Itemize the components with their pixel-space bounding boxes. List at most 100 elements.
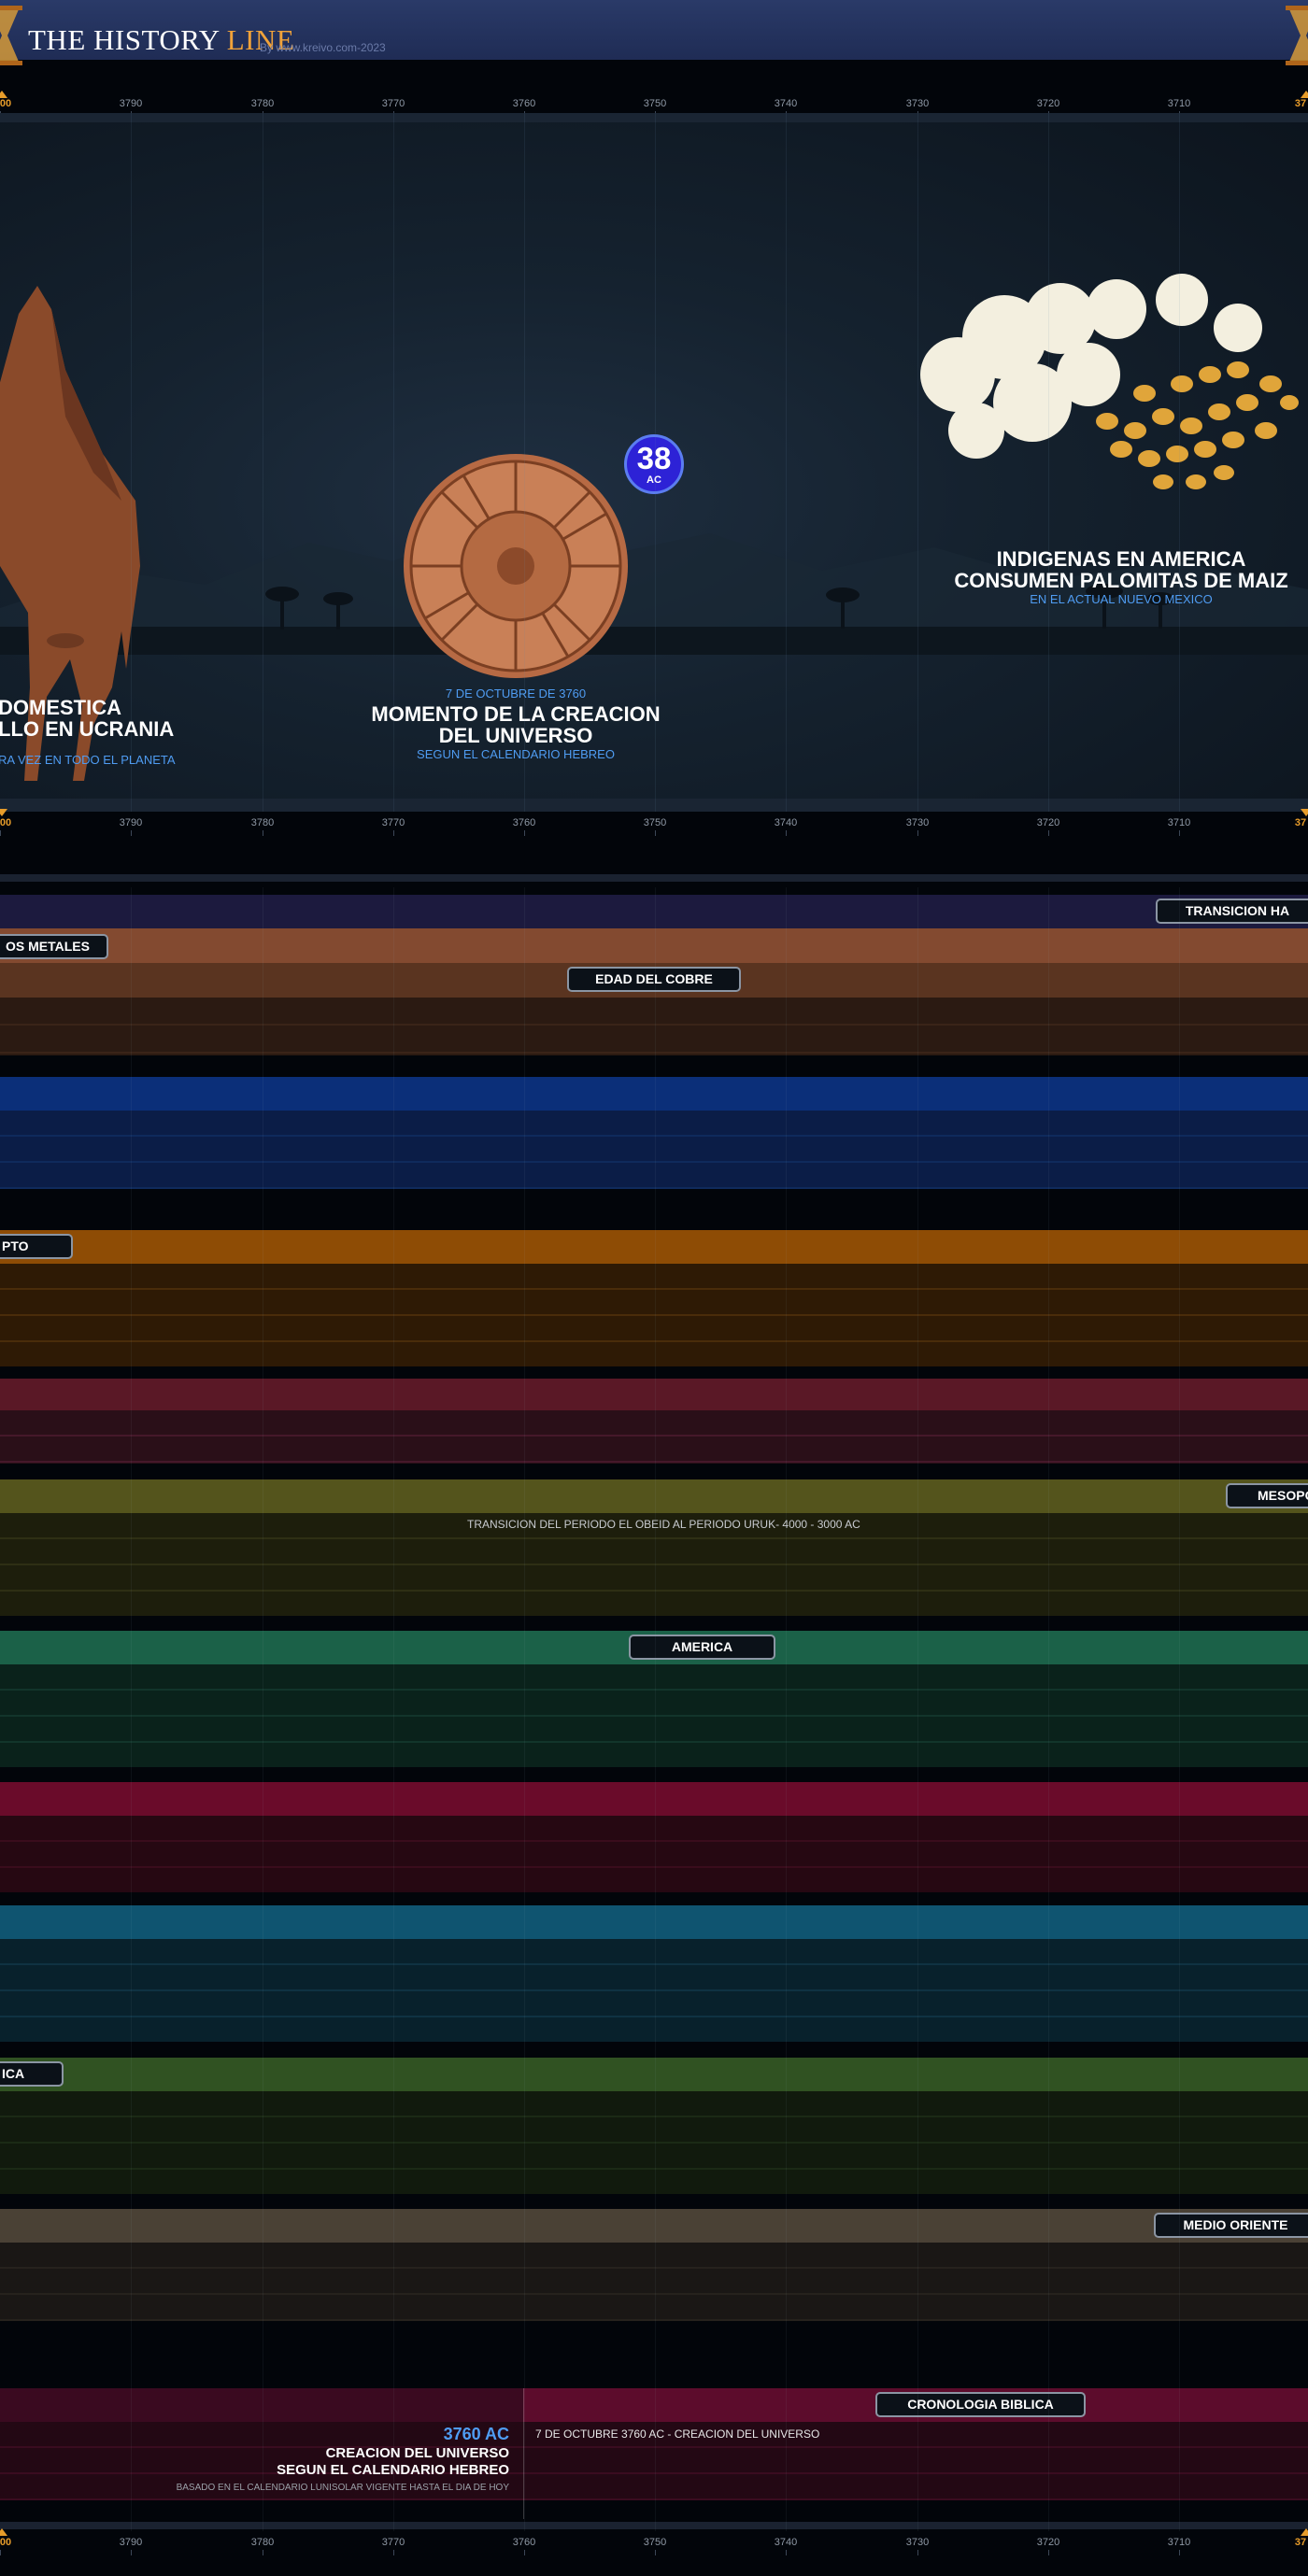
badge-era: AC xyxy=(647,474,661,486)
row-africa-norte xyxy=(0,1782,1308,1816)
row-asia xyxy=(0,1379,1308,1410)
brand-logo[interactable]: THE HISTORY LINE xyxy=(28,23,294,57)
ruler-tick-mark xyxy=(393,830,394,836)
creation-event-title[interactable]: MOMENTO DE LA CREACION DEL UNIVERSO xyxy=(329,703,703,746)
row-europa xyxy=(0,1077,1308,1111)
horse-title-line1: DOMESTICA xyxy=(0,696,121,719)
horse-event-subtitle: RA VEZ EN TODO EL PLANETA xyxy=(0,753,176,767)
bottom-year-ruler: 00 3790 3780 3770 3760 3750 3740 3730 3720 3710 37 xyxy=(0,2535,1308,2555)
ruler-tick-edge-right: 37 xyxy=(1294,98,1307,109)
ruler-tick-mark xyxy=(917,2550,918,2555)
ruler-tick-edge-right: 37 xyxy=(1294,817,1307,828)
ruler-tick-mark xyxy=(524,2550,525,2555)
ruler-tick-mark xyxy=(655,2550,656,2555)
ruler-tick-mark xyxy=(1179,830,1180,836)
ruler-right-arrow-icon[interactable] xyxy=(1301,91,1308,98)
grid-line xyxy=(131,113,132,812)
top-year-ruler: 00 3790 3780 3770 3760 3750 3740 3730 3720 3710 37 xyxy=(0,96,1308,117)
ruler-left-arrow-icon[interactable] xyxy=(0,91,7,98)
ruler-mid-left-arrow-icon[interactable] xyxy=(0,809,7,816)
ruler-tick: 3750 xyxy=(643,98,667,109)
biblica-year: 3760 AC xyxy=(443,2425,509,2443)
ruler-tick: 3780 xyxy=(250,98,275,109)
ruler-tick: 3730 xyxy=(905,98,930,109)
ruler-tick: 3770 xyxy=(381,98,405,109)
label-egipto[interactable]: PTO xyxy=(0,1234,73,1259)
ruler-tick: 3740 xyxy=(774,817,798,828)
label-cronologia-biblica[interactable]: CRONOLOGIA BIBLICA xyxy=(875,2392,1086,2417)
grid-line xyxy=(524,113,525,812)
ruler-tick: 3780 xyxy=(250,817,275,828)
creation-title-line2: DEL UNIVERSO xyxy=(438,724,593,747)
ruler-tick: 3720 xyxy=(1036,98,1060,109)
biblica-event-card[interactable]: 3760 AC CREACION DEL UNIVERSO SEGUN EL C… xyxy=(93,2423,509,2496)
ruler-tick: 3720 xyxy=(1036,2537,1060,2548)
grid-line xyxy=(1048,113,1049,812)
label-metales[interactable]: OS METALES xyxy=(0,934,108,959)
row-oceania xyxy=(0,1905,1308,1939)
left-hourglass-icon xyxy=(0,6,22,65)
ruler-tick-mark xyxy=(786,830,787,836)
grid-line xyxy=(524,887,525,2531)
brand-history: THE HISTORY xyxy=(28,23,227,56)
ruler-tick-mark xyxy=(131,2550,132,2555)
ruler-tick: 3740 xyxy=(774,2537,798,2548)
ruler-tick-edge-right: 37 xyxy=(1294,2537,1307,2548)
ruler-tick: 3710 xyxy=(1167,817,1191,828)
history-line-page: THE HISTORY LINE By www.kreivo.com-2023 … xyxy=(0,0,1308,2576)
ruler-tick: 3760 xyxy=(512,98,536,109)
ruler-bottom-left-arrow-icon[interactable] xyxy=(0,2528,7,2536)
row-metales xyxy=(0,928,1308,963)
creation-event-date: 7 DE OCTUBRE DE 3760 xyxy=(445,686,587,701)
ruler-tick-mark xyxy=(131,830,132,836)
creation-event-subtitle: SEGUN EL CALENDARIO HEBREO xyxy=(417,747,615,761)
ruler-bottom-right-arrow-icon[interactable] xyxy=(1301,2528,1308,2536)
popcorn-image[interactable] xyxy=(902,262,1308,519)
ruler-tick: 3730 xyxy=(905,817,930,828)
biblica-title-line1: CREACION DEL UNIVERSO xyxy=(325,2445,509,2461)
label-edad-cobre[interactable]: EDAD DEL COBRE xyxy=(567,967,741,992)
ruler-tick: 3790 xyxy=(119,817,143,828)
ruler-tick: 3710 xyxy=(1167,2537,1191,2548)
ruler-tick: 3780 xyxy=(250,2537,275,2548)
ruler-tick-mark xyxy=(1048,830,1049,836)
ruler-tick-mark xyxy=(1048,2550,1049,2555)
label-america[interactable]: AMERICA xyxy=(629,1635,775,1660)
ruler-tick-edge-left: 00 xyxy=(0,98,12,109)
popcorn-event-title[interactable]: INDIGENAS EN AMERICA CONSUMEN PALOMITAS … xyxy=(916,548,1308,591)
ruler-tick: 3750 xyxy=(643,817,667,828)
ruler-mid-right-arrow-icon[interactable] xyxy=(1301,809,1308,816)
year-badge[interactable]: 38 AC xyxy=(624,434,684,494)
ruler-tick: 3760 xyxy=(512,2537,536,2548)
ruler-tick-mark xyxy=(786,2550,787,2555)
grid-line xyxy=(917,887,918,2531)
ruler-tick: 3790 xyxy=(119,2537,143,2548)
ruler-tick-edge-left: 00 xyxy=(0,2537,12,2548)
top-header: THE HISTORY LINE By www.kreivo.com-2023 xyxy=(0,0,1308,65)
ruler-tick: 3770 xyxy=(381,817,405,828)
grid-line xyxy=(1048,887,1049,2531)
ruler-tick: 3760 xyxy=(512,817,536,828)
obeid-uruk-note[interactable]: TRANSICION DEL PERIODO EL OBEID AL PERIO… xyxy=(467,1518,860,1531)
badge-number: 38 xyxy=(636,441,672,475)
grid-line xyxy=(655,887,656,2531)
biblica-range-note[interactable]: 7 DE OCTUBRE 3760 AC - CREACION DEL UNIV… xyxy=(535,2427,819,2441)
ruler-tick-mark xyxy=(917,830,918,836)
label-medio-oriente[interactable]: MEDIO ORIENTE xyxy=(1154,2213,1308,2238)
event-scene: 38 AC DOMESTICA LLO EN UCRANIA RA VEZ EN… xyxy=(0,113,1308,812)
label-mesopotamia[interactable]: MESOPO xyxy=(1226,1483,1308,1508)
ruler-tick-mark xyxy=(524,830,525,836)
ruler-tick: 3720 xyxy=(1036,817,1060,828)
hebrew-calendar-coin-image[interactable] xyxy=(402,452,630,680)
horse-event-title[interactable]: DOMESTICA LLO EN UCRANIA xyxy=(0,697,174,740)
ruler-tick-mark xyxy=(0,2550,1,2555)
label-africa[interactable]: ICA xyxy=(0,2061,64,2087)
row-africa xyxy=(0,2058,1308,2091)
horse-title-line2: LLO EN UCRANIA xyxy=(0,717,175,741)
biblica-title-line2: SEGUN EL CALENDARIO HEBREO xyxy=(277,2462,509,2478)
grid-line xyxy=(1179,887,1180,2531)
ruler-tick-mark xyxy=(0,830,1,836)
ruler-tick: 3730 xyxy=(905,2537,930,2548)
ruler-tick: 3790 xyxy=(119,98,143,109)
grid-line xyxy=(131,887,132,2531)
